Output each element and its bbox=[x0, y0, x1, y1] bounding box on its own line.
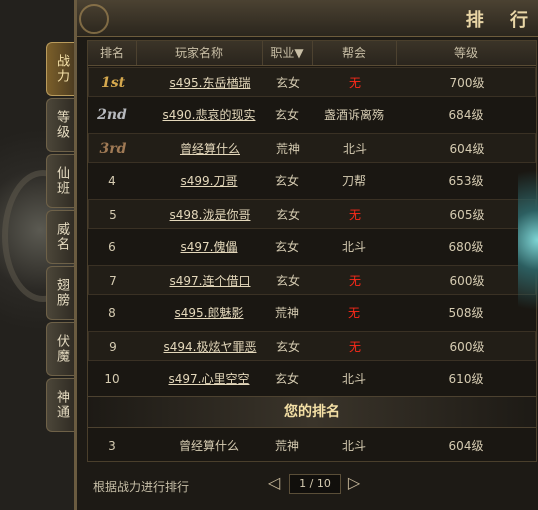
table-row[interactable]: 5 s498.泷是你哥 玄女 无 605级 bbox=[88, 199, 536, 229]
table-row[interactable]: 2nd s490.悲哀的现实 玄女 盏酒诉离殇 684级 bbox=[88, 100, 536, 130]
class-cell: 荒神 bbox=[274, 306, 299, 320]
guild-cell: 无 bbox=[348, 76, 361, 90]
table-header: 排名 玩家名称 职业▼ 帮会 等级 bbox=[88, 41, 536, 66]
guild-cell: 北斗 bbox=[341, 372, 366, 386]
level-cell: 600级 bbox=[449, 274, 485, 288]
next-arrow-icon[interactable]: ▷ bbox=[345, 474, 363, 492]
level-cell: 684级 bbox=[448, 108, 484, 122]
level-cell: 600级 bbox=[449, 340, 485, 354]
tab-combat-power[interactable]: 战力 bbox=[46, 42, 76, 96]
class-cell: 玄女 bbox=[275, 340, 300, 354]
guild-cell: 北斗 bbox=[341, 240, 366, 254]
table-row[interactable]: 6 s497.傀儡 玄女 北斗 680级 bbox=[88, 232, 536, 262]
my-rank-number: 3 bbox=[108, 439, 116, 453]
class-cell: 玄女 bbox=[274, 372, 299, 386]
guild-cell: 无 bbox=[347, 306, 360, 320]
tab-prestige[interactable]: 威名 bbox=[46, 210, 76, 264]
level-cell: 508级 bbox=[448, 306, 484, 320]
table-row[interactable]: 4 s499.刀哥 玄女 刀帮 653级 bbox=[88, 166, 536, 196]
table-row[interactable]: 1st s495.东岳楢瑞 玄女 无 700级 bbox=[88, 67, 536, 97]
player-name-link[interactable]: s497.连个借口 bbox=[137, 266, 283, 296]
player-name-link[interactable]: s499.刀哥 bbox=[136, 166, 282, 196]
class-cell: 玄女 bbox=[274, 174, 299, 188]
table-row[interactable]: 7 s497.连个借口 玄女 无 600级 bbox=[88, 265, 536, 295]
level-cell: 680级 bbox=[448, 240, 484, 254]
player-name-link[interactable]: s494.极炫ヤ罪恶 bbox=[137, 332, 283, 362]
rank-cell: 10 bbox=[104, 372, 120, 386]
header-player-name: 玩家名称 bbox=[136, 41, 263, 65]
tab-level[interactable]: 等级 bbox=[46, 98, 76, 152]
guild-cell: 无 bbox=[348, 274, 361, 288]
header-guild: 帮会 bbox=[312, 41, 397, 65]
class-cell: 玄女 bbox=[274, 240, 299, 254]
my-player-name: 曾经算什么 bbox=[178, 439, 239, 453]
class-cell: 玄女 bbox=[275, 274, 300, 288]
player-name-link[interactable]: s498.泷是你哥 bbox=[137, 200, 283, 230]
my-level: 604级 bbox=[448, 439, 484, 453]
guild-cell: 盏酒诉离殇 bbox=[323, 108, 384, 122]
ranking-criteria-note: 根据战力进行排行 bbox=[93, 480, 190, 494]
ranking-panel: 排 行 排名 玩家名称 职业▼ 帮会 等级 1st s495.东岳楢瑞 玄女 无… bbox=[74, 0, 538, 510]
rank-cell: 4 bbox=[108, 174, 116, 188]
guild-cell: 北斗 bbox=[342, 142, 367, 156]
level-cell: 605级 bbox=[449, 208, 485, 222]
class-cell: 玄女 bbox=[275, 76, 300, 90]
page-indicator: 1 / 10 bbox=[289, 474, 341, 494]
header-level: 等级 bbox=[453, 46, 478, 60]
level-cell: 610级 bbox=[448, 372, 484, 386]
tab-immortal-rank[interactable]: 仙班 bbox=[46, 154, 76, 208]
panel-title: 排 行 bbox=[465, 10, 538, 31]
rank-cell: 7 bbox=[109, 274, 117, 288]
my-rank-row: 3 曾经算什么 荒神 北斗 604级 bbox=[88, 431, 536, 461]
level-cell: 653级 bbox=[448, 174, 484, 188]
header-rank: 排名 bbox=[88, 41, 137, 65]
my-class: 荒神 bbox=[274, 439, 299, 453]
corner-ornament-icon bbox=[79, 4, 109, 34]
my-rank-title: 您的排名 bbox=[284, 404, 340, 420]
guild-cell: 无 bbox=[348, 340, 361, 354]
class-cell: 玄女 bbox=[275, 208, 300, 222]
rank-cell: 9 bbox=[109, 340, 117, 354]
table-row[interactable]: 8 s495.郎魅影 荒神 无 508级 bbox=[88, 298, 536, 328]
rank-gold-badge: 1st bbox=[100, 75, 126, 91]
header-class[interactable]: 职业▼ bbox=[262, 41, 313, 65]
rank-cell: 8 bbox=[108, 306, 116, 320]
player-name-link[interactable]: s495.郎魅影 bbox=[136, 298, 282, 328]
tab-demon-slaying[interactable]: 伏魔 bbox=[46, 322, 76, 376]
rank-silver-badge: 2nd bbox=[97, 107, 127, 123]
class-cell: 荒神 bbox=[275, 142, 300, 156]
player-name-link[interactable]: s497.心里空空 bbox=[136, 364, 282, 394]
tab-divine-power[interactable]: 神通 bbox=[46, 378, 76, 432]
guild-cell: 刀帮 bbox=[341, 174, 366, 188]
player-name-link[interactable]: s495.东岳楢瑞 bbox=[137, 68, 283, 98]
class-cell: 玄女 bbox=[274, 108, 299, 122]
rank-cell: 5 bbox=[109, 208, 117, 222]
rank-cell: 6 bbox=[108, 240, 116, 254]
ranking-table: 排名 玩家名称 职业▼ 帮会 等级 1st s495.东岳楢瑞 玄女 无 700… bbox=[87, 40, 537, 462]
level-cell: 604级 bbox=[449, 142, 485, 156]
background-glow bbox=[518, 160, 538, 320]
title-bar: 排 行 bbox=[77, 0, 538, 37]
player-name-link[interactable]: s490.悲哀的现实 bbox=[136, 100, 282, 130]
table-row[interactable]: 9 s494.极炫ヤ罪恶 玄女 无 600级 bbox=[88, 331, 536, 361]
tab-wings[interactable]: 翅膀 bbox=[46, 266, 76, 320]
prev-arrow-icon[interactable]: ◁ bbox=[265, 474, 283, 492]
player-name-link[interactable]: 曾经算什么 bbox=[137, 134, 283, 164]
player-name-link[interactable]: s497.傀儡 bbox=[136, 232, 282, 262]
my-guild: 北斗 bbox=[341, 439, 366, 453]
table-row[interactable]: 10 s497.心里空空 玄女 北斗 610级 bbox=[88, 364, 536, 394]
guild-cell: 无 bbox=[348, 208, 361, 222]
my-rank-banner: 您的排名 bbox=[88, 396, 536, 428]
rank-bronze-badge: 3rd bbox=[99, 141, 127, 157]
table-row[interactable]: 3rd 曾经算什么 荒神 北斗 604级 bbox=[88, 133, 536, 163]
level-cell: 700级 bbox=[449, 76, 485, 90]
